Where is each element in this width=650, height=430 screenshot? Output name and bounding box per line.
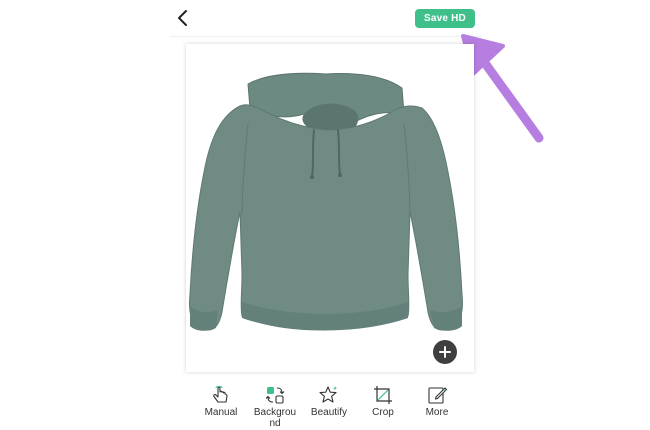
- tool-more-label: More: [425, 407, 449, 418]
- tool-crop[interactable]: Crop: [356, 380, 410, 430]
- bottom-toolbar: Manual Backgrou nd Beautify Crop More: [194, 380, 464, 430]
- chevron-left-icon: [178, 10, 187, 26]
- hoodie-image: [189, 72, 463, 331]
- tool-background-label: Backgrou nd: [253, 407, 297, 429]
- tool-beautify[interactable]: Beautify: [302, 380, 356, 430]
- tool-crop-label: Crop: [372, 407, 394, 418]
- editor-screen: Save HD Manual Backgrou nd Beautify Crop…: [0, 0, 650, 430]
- edit-pencil-icon: [428, 387, 448, 404]
- back-button[interactable]: [174, 8, 192, 28]
- background-swap-icon: [265, 387, 285, 404]
- tool-more[interactable]: More: [410, 380, 464, 430]
- sparkle-star-icon: [319, 386, 338, 403]
- add-button[interactable]: [433, 340, 457, 364]
- image-canvas[interactable]: [186, 44, 474, 372]
- tool-background[interactable]: Backgrou nd: [248, 380, 302, 430]
- tool-manual[interactable]: Manual: [194, 380, 248, 430]
- tool-manual-label: Manual: [204, 407, 238, 418]
- header-divider: [170, 36, 482, 37]
- plus-icon: [439, 346, 451, 358]
- crop-icon: [374, 386, 392, 404]
- hand-pointer-icon: [213, 385, 228, 403]
- save-hd-button[interactable]: Save HD: [415, 9, 475, 28]
- tool-beautify-label: Beautify: [310, 407, 348, 418]
